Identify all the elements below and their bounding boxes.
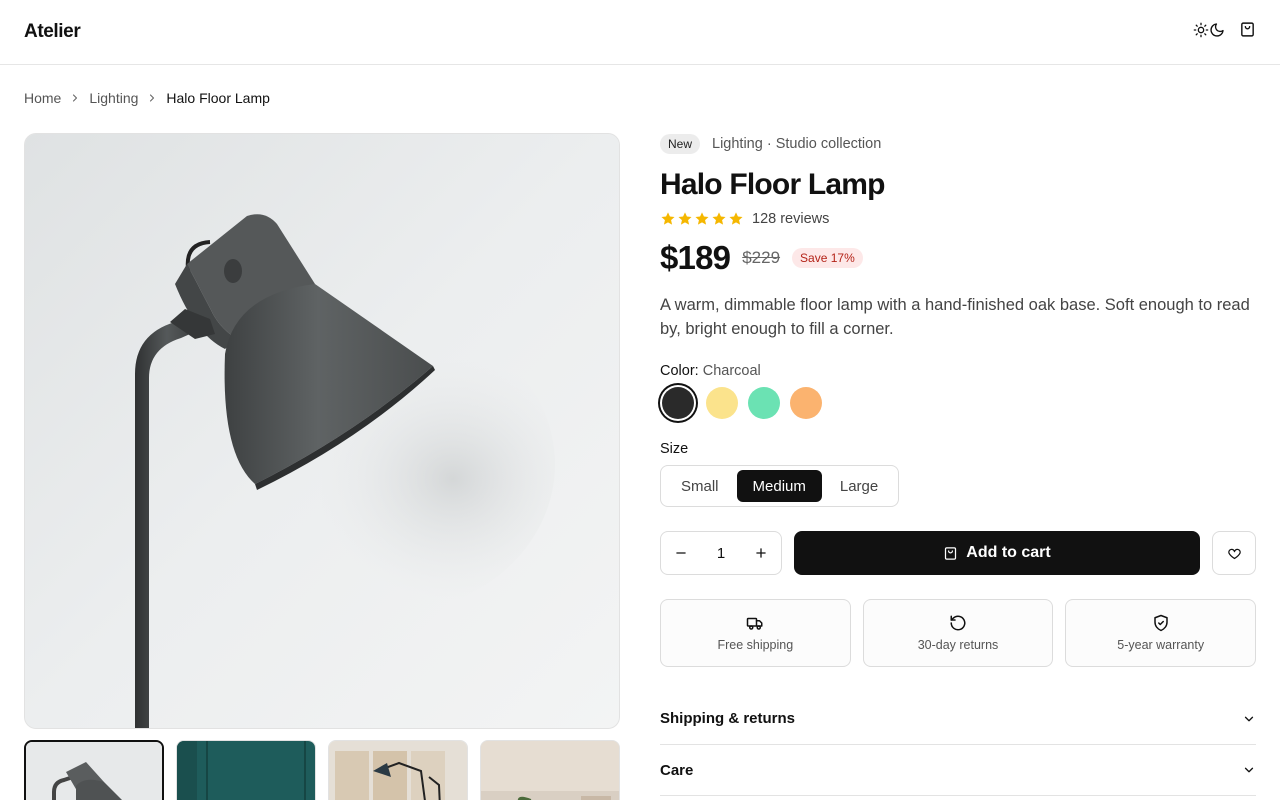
rating-row: 128 reviews (660, 211, 1256, 227)
breadcrumb-home[interactable]: Home (24, 90, 61, 106)
chevron-down-icon (1244, 767, 1254, 773)
rotate-icon (950, 615, 966, 631)
feature-cards: Free shipping 30-day returns 5-year warr… (660, 599, 1257, 667)
breadcrumb-lighting[interactable]: Lighting (89, 90, 138, 106)
accordion-care[interactable]: Care (660, 745, 1256, 796)
chevron-right-icon (146, 92, 158, 104)
decrease-quantity-button[interactable] (665, 537, 697, 569)
shopping-bag-icon (1239, 21, 1256, 43)
truck-icon (747, 617, 763, 630)
feature-warranty: 5-year warranty (1065, 599, 1257, 667)
info-accordion: Shipping & returns Care (660, 695, 1256, 796)
product-main-image[interactable] (24, 133, 620, 729)
chevron-down-icon (1244, 716, 1254, 721)
star-rating (660, 211, 744, 227)
thumbnail-3[interactable] (328, 740, 468, 800)
chevron-right-icon (69, 92, 81, 104)
header-actions (1193, 21, 1256, 43)
color-value: Charcoal (702, 363, 761, 379)
theme-toggle-button[interactable] (1193, 22, 1225, 43)
product-category: Lighting · Studio collection (712, 136, 882, 152)
breadcrumb-current: Halo Floor Lamp (166, 90, 270, 106)
lamp-illustration (25, 134, 619, 728)
product-description: A warm, dimmable floor lamp with a hand-… (660, 296, 1250, 338)
wishlist-button[interactable] (1212, 531, 1256, 575)
price-row: $189 $229 Save 17% (660, 239, 1256, 277)
increase-quantity-button[interactable] (745, 537, 777, 569)
accordion-label: Shipping & returns (660, 710, 795, 727)
size-selector: Small Medium Large (660, 465, 900, 507)
accordion-label: Care (660, 761, 694, 779)
star-icon (712, 212, 726, 225)
accordion-shipping-returns[interactable]: Shipping & returns (660, 695, 1256, 745)
color-label: Color: (660, 363, 699, 379)
size-label: Size (660, 441, 689, 457)
color-label-row: Color: Charcoal (660, 363, 1256, 379)
swatch-charcoal[interactable] (662, 387, 694, 419)
quantity-value[interactable]: 1 (717, 545, 725, 562)
current-price: $189 (660, 239, 731, 276)
size-medium[interactable]: Medium (736, 470, 822, 502)
size-large[interactable]: Large (824, 470, 894, 502)
minus-icon (676, 552, 686, 554)
sun-icon (1193, 22, 1209, 43)
star-icon (678, 212, 692, 225)
feature-label: 5-year warranty (1117, 638, 1205, 652)
color-swatches (660, 387, 1256, 419)
cart-row: 1 Add to cart (660, 531, 1256, 575)
site-header: Atelier (0, 0, 1280, 65)
original-price: $229 (742, 248, 781, 267)
star-icon (729, 212, 743, 225)
swatch-yellow[interactable] (706, 387, 738, 419)
new-badge: New (660, 134, 701, 154)
star-icon (695, 212, 709, 225)
reviews-link[interactable]: 128 reviews (752, 211, 829, 227)
save-badge: Save 17% (792, 248, 863, 268)
size-small[interactable]: Small (665, 470, 735, 502)
thumbnail-strip (24, 740, 620, 800)
brand-logo[interactable]: Atelier (24, 21, 81, 43)
thumbnail-2[interactable] (176, 740, 316, 800)
product-meta: New Lighting · Studio collection (660, 133, 1256, 155)
thumbnail-4[interactable] (480, 740, 620, 800)
thumbnail-1[interactable] (24, 740, 164, 800)
size-label-row: Size (660, 441, 1256, 457)
product-title: Halo Floor Lamp (660, 168, 885, 201)
feature-label: Free shipping (717, 638, 794, 652)
swatch-mint[interactable] (748, 387, 780, 419)
swatch-orange[interactable] (790, 387, 822, 419)
product-info: New Lighting · Studio collection Halo Fl… (660, 133, 1257, 796)
feature-free-shipping: Free shipping (660, 599, 851, 667)
star-icon (661, 212, 675, 225)
cart-button[interactable] (1239, 21, 1256, 43)
plus-icon (756, 548, 766, 558)
add-to-cart-button[interactable]: Add to cart (794, 531, 1200, 575)
moon-icon (1209, 22, 1225, 43)
add-to-cart-label: Add to cart (966, 544, 1051, 561)
shield-check-icon (1153, 614, 1168, 632)
feature-label: 30-day returns (917, 638, 999, 652)
shopping-bag-icon (945, 546, 957, 560)
feature-returns: 30-day returns (862, 599, 1054, 667)
breadcrumb: Home Lighting Halo Floor Lamp (24, 90, 270, 106)
quantity-stepper: 1 (660, 531, 782, 575)
heart-icon (1227, 548, 1241, 559)
